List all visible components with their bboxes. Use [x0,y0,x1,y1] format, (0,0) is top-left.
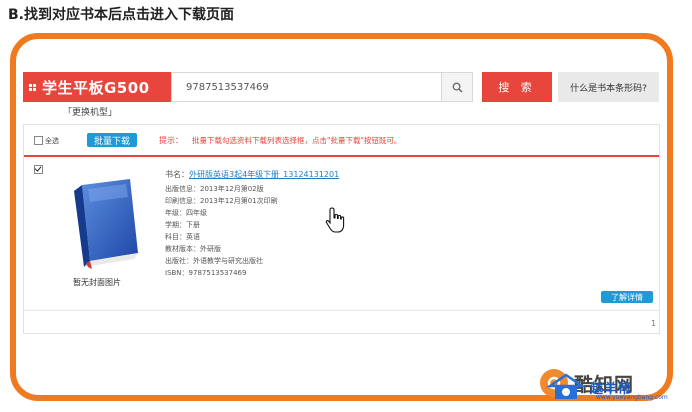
cover-caption: 暂无封面图片 [73,278,121,287]
device-model-title: 学生平板G500 [42,78,150,97]
grid-icon [29,83,36,91]
book-list-panel: 全选 批量下载 提示： 批量下载勾选资料下载列表选择框，点击"批量下载"按钮既可… [23,124,660,334]
book-field-row: 年级：四年级 [165,208,207,218]
watermark-house-icon [546,373,586,399]
field-key: 出版信息： [165,185,200,193]
field-value: 下册 [186,221,200,229]
field-value: 2013年12月第01次印刷 [200,197,278,205]
book-field-row: 印刷信息：2013年12月第01次印刷 [165,196,278,206]
field-key: ISBN： [165,269,189,277]
watermark-yueyangbang: 越羊帮 www.yueyangbang.com [546,372,668,402]
field-value: 9787513537469 [188,269,247,277]
field-value: 外语教学与研究出版社 [193,257,263,265]
field-key: 出版社： [165,257,193,265]
search-button[interactable]: 搜 索 [482,72,552,102]
details-button[interactable]: 了解详情 [601,291,653,303]
book-field-row: 科目：英语 [165,232,200,242]
field-key: 科目： [165,233,186,241]
hand-cursor-icon [325,207,345,233]
field-value: 2013年12月第02版 [200,185,264,193]
field-value: 四年级 [186,209,207,217]
brand-banner: 学生平板G500 [23,72,171,102]
tip-label: 提示： [159,136,183,145]
book-title-row: 书名：外研版英语3起4年级下册_13124131201 [165,169,339,180]
field-key: 年级： [165,209,186,217]
divider [24,310,659,311]
field-key: 教材版本： [165,245,200,253]
book-title-key: 书名： [165,170,189,179]
field-value: 英语 [186,233,200,241]
field-key: 学期： [165,221,186,229]
book-select-checkbox[interactable] [34,165,43,174]
book-field-row: 学期：下册 [165,220,200,230]
tip-text: 批量下载勾选资料下载列表选择框，点击"批量下载"按钮既可。 [192,136,402,145]
watermark-url: www.yueyangbang.com [596,394,668,401]
select-all-checkbox[interactable] [34,136,43,145]
book-cover[interactable] [68,177,142,269]
book-field-row: 出版社：外语教学与研究出版社 [165,256,263,266]
list-toolbar: 全选 批量下载 提示： 批量下载勾选资料下载列表选择框，点击"批量下载"按钮既可… [24,125,659,157]
barcode-help-button[interactable]: 什么是书本条形码? [558,72,659,102]
book-field-row: 出版信息：2013年12月第02版 [165,184,264,194]
book-field-row: ISBN：9787513537469 [165,268,246,278]
batch-download-button[interactable]: 批量下载 [87,133,137,147]
change-model-link[interactable]: 「更换机型」 [63,105,117,118]
page-content: 学生平板G500 搜 索 什么是书本条形码? 「更换机型」 全选 批量下载 提示… [10,33,673,401]
page-number[interactable]: 1 [651,319,656,328]
field-value: 外研版 [200,245,221,253]
step-title: B.找到对应书本后点击进入下载页面 [8,7,234,23]
book-field-row: 教材版本：外研版 [165,244,221,254]
search-icon [452,82,463,93]
search-input[interactable] [171,72,441,102]
book-title-link[interactable]: 外研版英语3起4年级下册_13124131201 [189,170,339,179]
select-all-label: 全选 [45,137,59,145]
search-icon-button[interactable] [441,72,473,102]
book-cover-icon [74,179,138,269]
field-key: 印刷信息： [165,197,200,205]
